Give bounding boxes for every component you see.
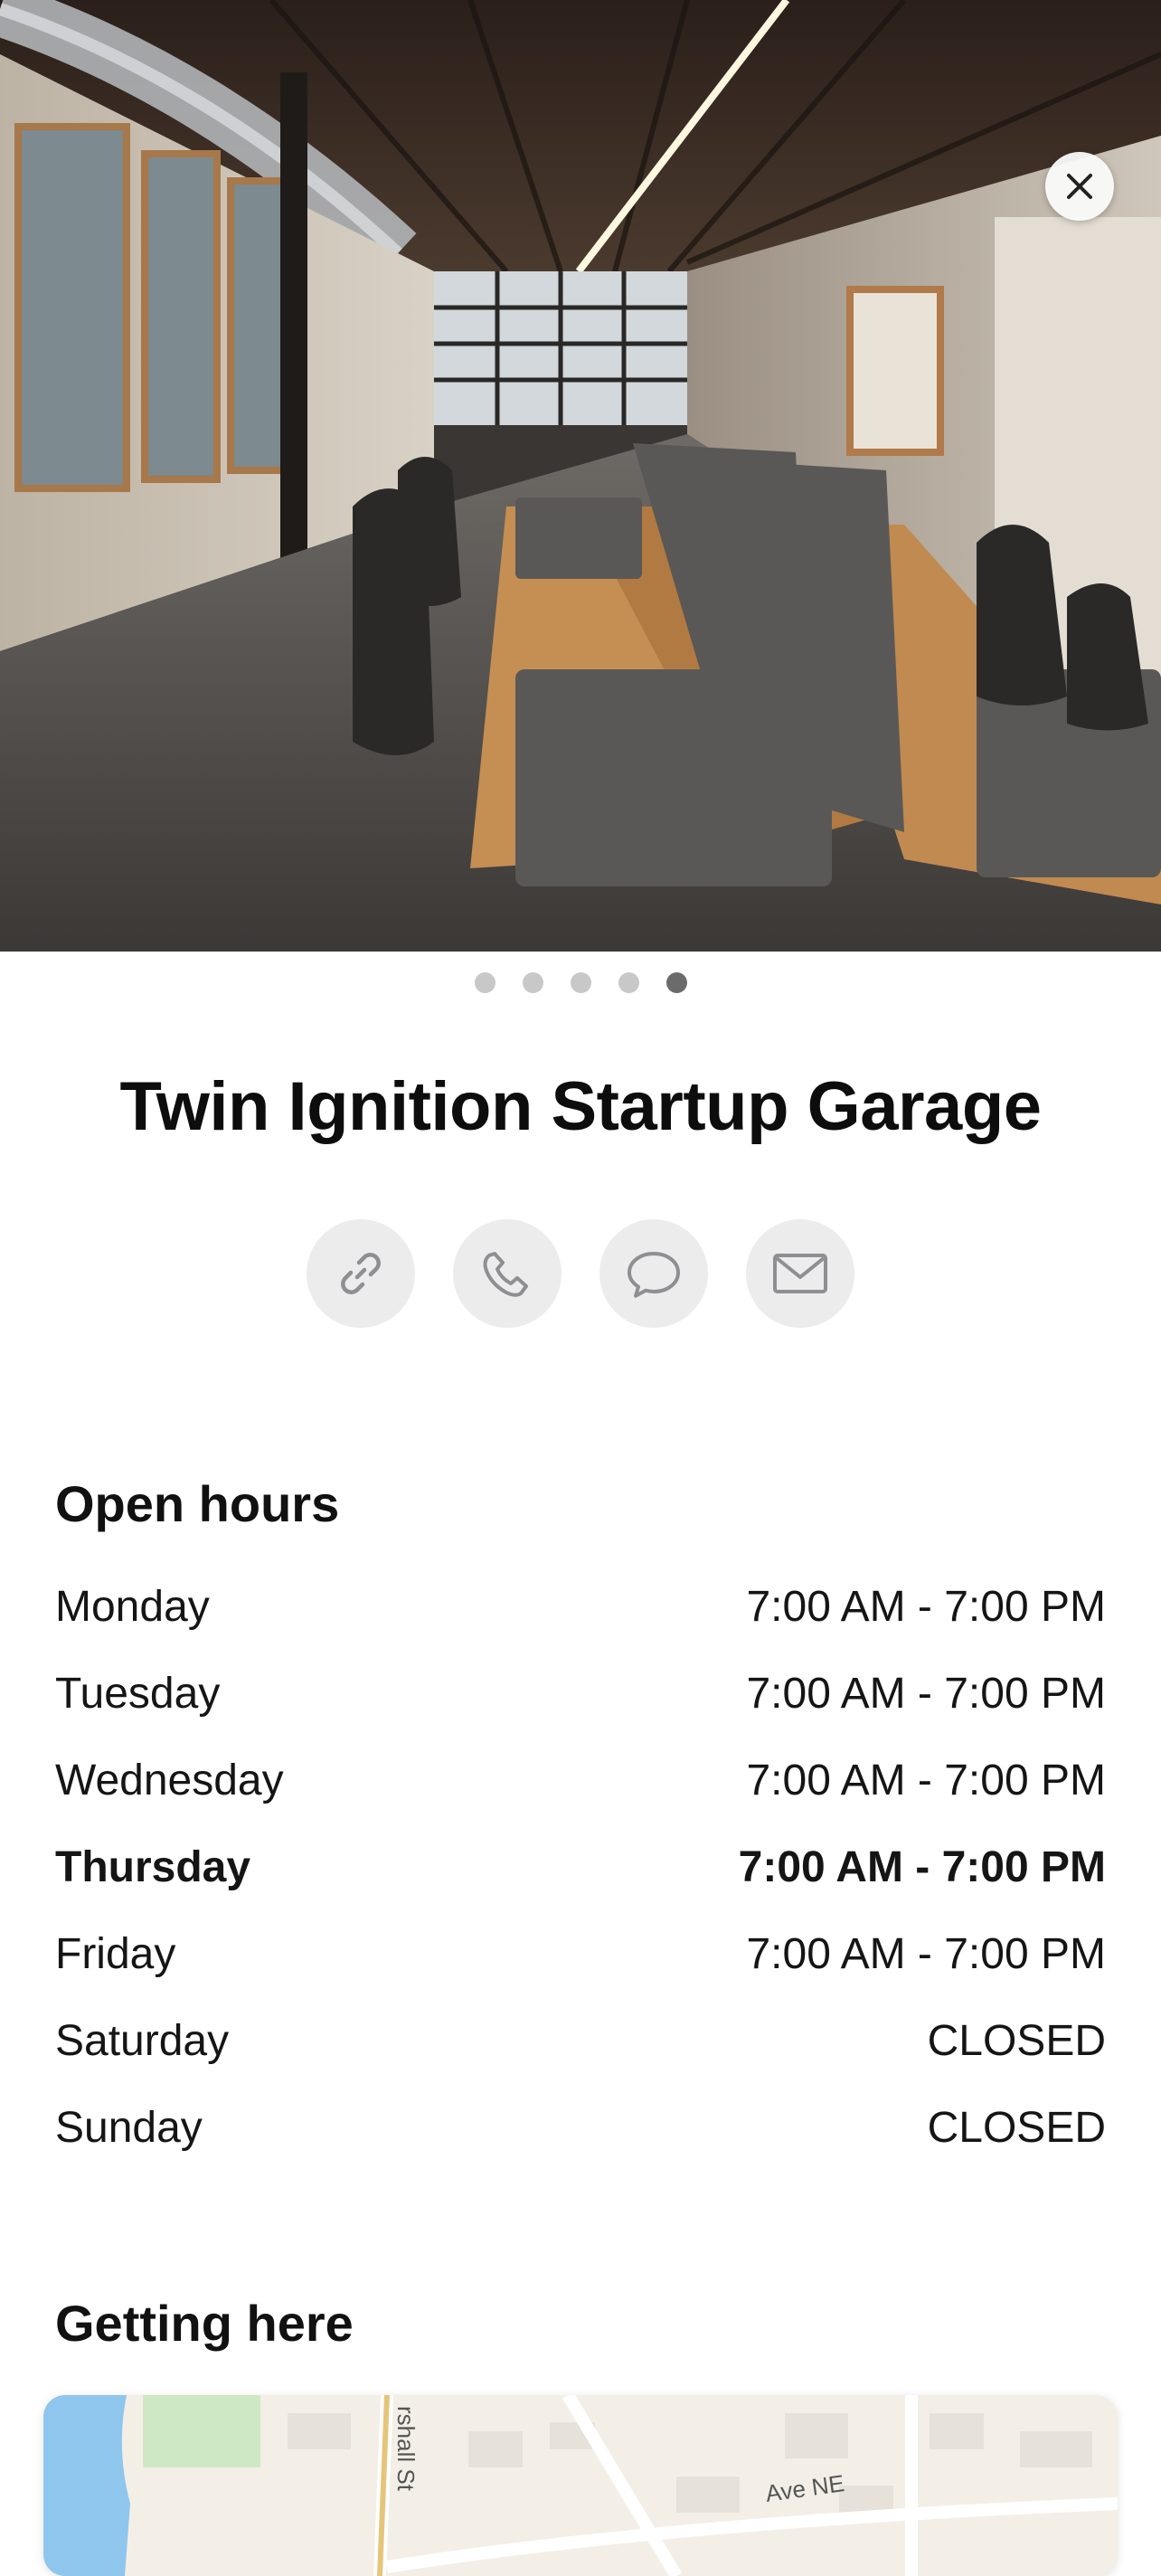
gallery-page-indicator[interactable]: [0, 972, 1161, 993]
website-button[interactable]: [307, 1219, 415, 1328]
day-label: Wednesday: [55, 1756, 284, 1804]
email-button[interactable]: [746, 1219, 854, 1328]
hours-row-tuesday: Tuesday 7:00 AM - 7:00 PM: [55, 1650, 1106, 1737]
map-street-label: rshall St: [392, 2406, 420, 2492]
coworking-space-interior-photo: [0, 0, 1161, 952]
hours-row-wednesday: Wednesday 7:00 AM - 7:00 PM: [55, 1737, 1106, 1823]
day-label: Tuesday: [55, 1669, 221, 1718]
page-dot-active[interactable]: [665, 972, 687, 993]
getting-here-heading: Getting here: [55, 2295, 354, 2352]
day-label: Sunday: [55, 2103, 203, 2152]
message-button[interactable]: [599, 1219, 708, 1328]
place-title: Twin Ignition Startup Garage: [119, 1068, 1042, 1145]
contact-actions: [0, 1219, 1161, 1328]
hours-value: 7:00 AM - 7:00 PM: [746, 1582, 1106, 1631]
hours-value: 7:00 AM - 7:00 PM: [738, 1842, 1106, 1891]
hours-row-saturday: Saturday CLOSED: [55, 1997, 1106, 2084]
close-icon: [1067, 174, 1092, 199]
hours-row-sunday: Sunday CLOSED: [55, 2084, 1106, 2171]
day-label: Monday: [55, 1582, 210, 1631]
link-icon: [341, 1253, 381, 1294]
hours-row-friday: Friday 7:00 AM - 7:00 PM: [55, 1910, 1106, 1997]
page-dot[interactable]: [474, 972, 496, 993]
day-label: Friday: [55, 1929, 176, 1978]
location-map[interactable]: rshall St Ave NE: [43, 2395, 1118, 2576]
day-label: Saturday: [55, 2016, 230, 2065]
hours-value: 7:00 AM - 7:00 PM: [746, 1669, 1106, 1718]
hours-value: 7:00 AM - 7:00 PM: [746, 1756, 1106, 1804]
page-dot[interactable]: [618, 972, 639, 993]
page-dot[interactable]: [570, 972, 591, 993]
message-bubble-icon: [628, 1252, 680, 1298]
hours-value: 7:00 AM - 7:00 PM: [746, 1929, 1106, 1978]
open-hours-heading: Open hours: [55, 1475, 340, 1532]
hours-row-monday: Monday 7:00 AM - 7:00 PM: [55, 1563, 1106, 1650]
hours-value: CLOSED: [927, 2103, 1106, 2152]
phone-icon: [483, 1252, 528, 1297]
hours-value: CLOSED: [927, 2016, 1106, 2065]
day-label: Thursday: [55, 1842, 251, 1891]
gallery-photo[interactable]: [0, 0, 1161, 952]
close-button[interactable]: [1045, 152, 1114, 221]
call-button[interactable]: [453, 1219, 562, 1328]
envelope-icon: [773, 1254, 827, 1293]
hours-row-thursday: Thursday 7:00 AM - 7:00 PM: [55, 1823, 1106, 1910]
open-hours-list: Monday 7:00 AM - 7:00 PM Tuesday 7:00 AM…: [55, 1563, 1106, 2171]
page-dot[interactable]: [522, 972, 543, 993]
map-tiles: rshall St Ave NE: [43, 2395, 1118, 2576]
